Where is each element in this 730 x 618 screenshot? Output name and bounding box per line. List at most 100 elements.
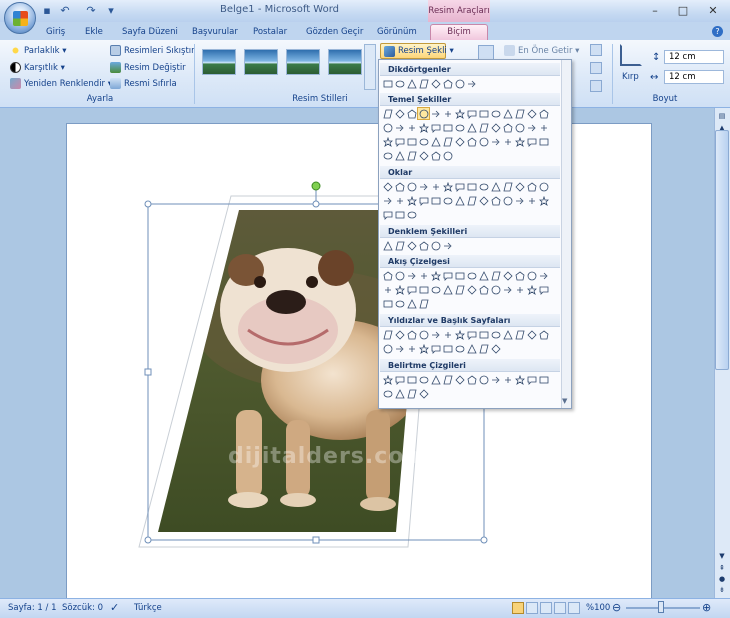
shape-option[interactable] [466, 195, 477, 206]
browse-object-icon[interactable]: ● [716, 575, 728, 585]
style-thumb[interactable] [328, 49, 362, 75]
redo-icon[interactable]: ↷ [84, 4, 98, 18]
page-indicator[interactable]: Sayfa: 1 / 1 [8, 603, 57, 613]
maximize-button[interactable]: □ [672, 3, 694, 19]
shape-option[interactable] [394, 388, 405, 399]
shape-option[interactable] [442, 270, 453, 281]
customize-qat-icon[interactable]: ▾ [104, 4, 118, 18]
scroll-down-icon[interactable]: ▼ [716, 552, 728, 562]
shape-option[interactable] [382, 150, 393, 161]
shape-option[interactable] [382, 298, 393, 309]
shape-option[interactable] [394, 108, 405, 119]
shape-option[interactable] [442, 374, 453, 385]
menu-scroll-down-icon[interactable]: ▼ [562, 397, 567, 405]
shape-option[interactable] [490, 108, 501, 119]
shape-option[interactable] [454, 329, 465, 340]
shape-option[interactable] [478, 270, 489, 281]
shape-option[interactable] [430, 284, 441, 295]
shape-option[interactable] [406, 122, 417, 133]
ruler-toggle-icon[interactable]: ▤ [716, 112, 728, 122]
shape-option[interactable] [490, 270, 501, 281]
shape-option[interactable] [430, 78, 441, 89]
shape-option[interactable] [382, 209, 393, 220]
shape-option[interactable] [406, 270, 417, 281]
shape-option[interactable] [478, 136, 489, 147]
tab-mailings[interactable]: Postalar [253, 27, 287, 37]
shape-option[interactable] [502, 329, 513, 340]
shape-option[interactable] [430, 108, 441, 119]
shape-option[interactable] [466, 136, 477, 147]
shape-option[interactable] [454, 108, 465, 119]
shape-option[interactable] [418, 78, 429, 89]
shape-option[interactable] [502, 181, 513, 192]
shape-option[interactable] [430, 136, 441, 147]
picture-styles-gallery[interactable] [198, 46, 364, 86]
group-icon[interactable] [590, 62, 602, 74]
shape-option[interactable] [442, 136, 453, 147]
shape-option[interactable] [430, 122, 441, 133]
shape-option[interactable] [442, 343, 453, 354]
shape-option[interactable] [394, 136, 405, 147]
shape-option[interactable] [478, 374, 489, 385]
shape-option[interactable] [514, 181, 525, 192]
shape-option[interactable] [406, 136, 417, 147]
shape-option[interactable] [538, 329, 549, 340]
shape-option[interactable] [430, 329, 441, 340]
shape-option[interactable] [526, 136, 537, 147]
shape-option[interactable] [406, 195, 417, 206]
tab-insert[interactable]: Ekle [85, 27, 103, 37]
shape-option[interactable] [442, 122, 453, 133]
shape-option[interactable] [514, 270, 525, 281]
shape-option[interactable] [454, 78, 465, 89]
shape-option[interactable] [406, 78, 417, 89]
shape-option[interactable] [478, 343, 489, 354]
shape-option[interactable] [454, 270, 465, 281]
crop-button[interactable]: Kırp [622, 72, 639, 82]
shape-option[interactable] [382, 181, 393, 192]
shape-option[interactable] [430, 181, 441, 192]
shape-option[interactable] [418, 329, 429, 340]
shape-option[interactable] [394, 150, 405, 161]
shape-option[interactable] [538, 108, 549, 119]
shape-option[interactable] [526, 284, 537, 295]
align-icon[interactable] [590, 44, 602, 56]
shape-option[interactable] [526, 270, 537, 281]
shape-option[interactable] [382, 240, 393, 251]
shape-option[interactable] [430, 150, 441, 161]
shape-option[interactable] [466, 284, 477, 295]
shape-option[interactable] [382, 195, 393, 206]
shape-option[interactable] [382, 329, 393, 340]
shape-option[interactable] [454, 181, 465, 192]
shape-option[interactable] [514, 329, 525, 340]
shape-option[interactable] [526, 374, 537, 385]
style-thumb[interactable] [244, 49, 278, 75]
recolor-button[interactable]: Yeniden Renklendir ▾ [10, 78, 112, 89]
shape-option[interactable] [526, 108, 537, 119]
shape-option[interactable] [394, 195, 405, 206]
previous-page-icon[interactable]: ⇞ [716, 564, 728, 574]
shape-option[interactable] [526, 329, 537, 340]
next-page-icon[interactable]: ⇟ [716, 586, 728, 596]
style-thumb[interactable] [286, 49, 320, 75]
shape-option[interactable] [382, 284, 393, 295]
shape-option[interactable] [406, 388, 417, 399]
shape-option[interactable] [526, 122, 537, 133]
shape-option[interactable] [466, 343, 477, 354]
shape-option[interactable] [526, 195, 537, 206]
tab-page-layout[interactable]: Sayfa Düzeni [122, 27, 178, 37]
shape-option[interactable] [454, 195, 465, 206]
shape-option[interactable] [490, 195, 501, 206]
shape-option[interactable] [382, 388, 393, 399]
shape-option[interactable] [394, 329, 405, 340]
shape-option[interactable] [502, 122, 513, 133]
shape-option[interactable] [442, 181, 453, 192]
shape-option[interactable] [442, 78, 453, 89]
tab-home[interactable]: Giriş [46, 27, 65, 37]
shape-option[interactable] [478, 195, 489, 206]
shape-option[interactable] [418, 150, 429, 161]
compress-pictures-button[interactable]: Resimleri Sıkıştır [110, 45, 195, 56]
language-indicator[interactable]: Türkçe [134, 603, 162, 613]
shape-option[interactable] [382, 136, 393, 147]
shape-option[interactable] [394, 270, 405, 281]
shape-option[interactable] [394, 78, 405, 89]
